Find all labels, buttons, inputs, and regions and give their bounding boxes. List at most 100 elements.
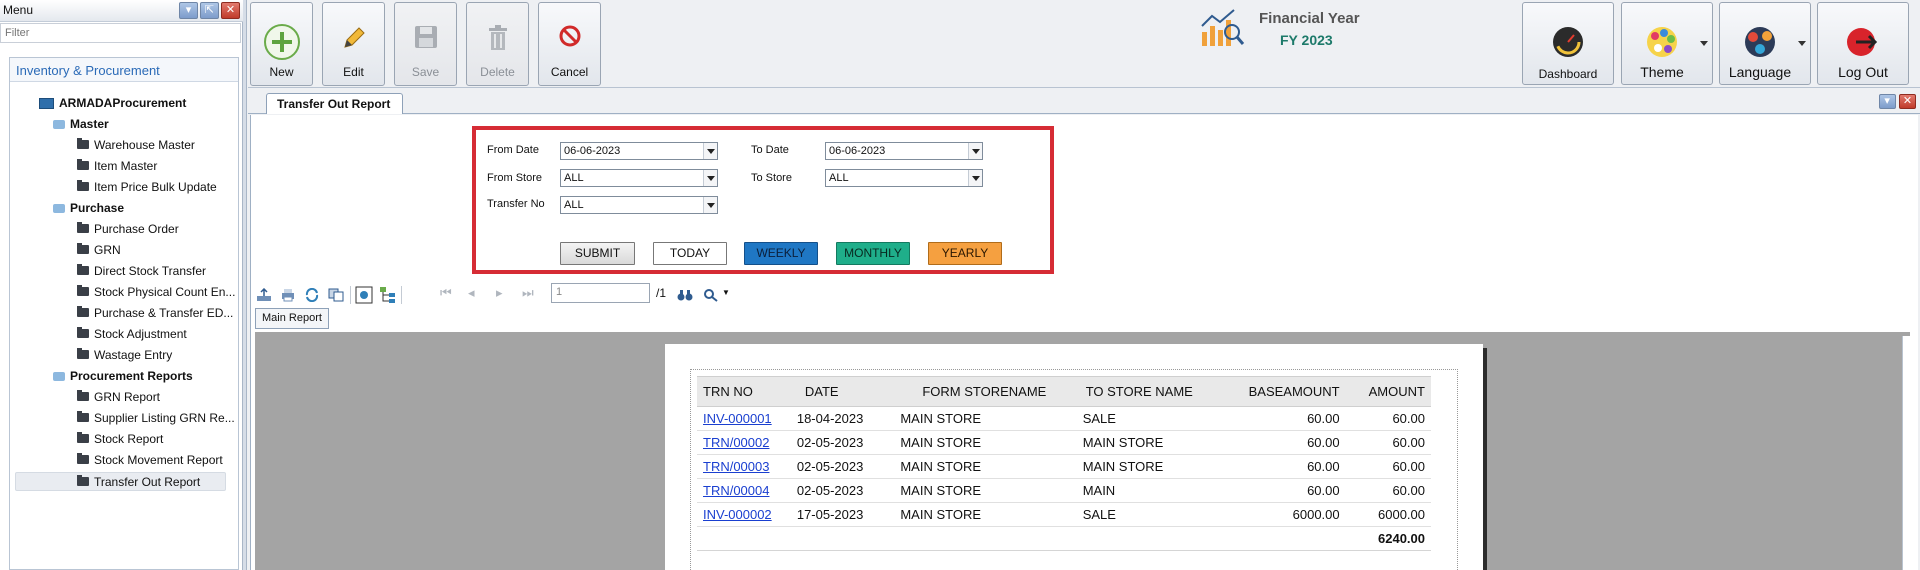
copy-icon[interactable] [328, 288, 344, 302]
vertical-scrollbar[interactable] [1902, 336, 1912, 570]
trn-link[interactable]: TRN/00003 [703, 459, 769, 474]
tree-item-stock-physical-count[interactable]: Stock Physical Count En... [77, 283, 235, 302]
trn-link[interactable]: INV-000001 [703, 411, 772, 426]
tab-main-report[interactable]: Main Report [255, 308, 329, 329]
delete-button[interactable]: Delete [466, 2, 529, 86]
tree-item-supplier-listing-grn[interactable]: Supplier Listing GRN Re... [77, 409, 235, 428]
chevron-down-icon[interactable] [968, 143, 982, 159]
folder-icon [77, 327, 89, 339]
trn-link[interactable]: TRN/00002 [703, 435, 769, 450]
trn-no-cell[interactable]: INV-000002 [697, 502, 791, 527]
splitter[interactable] [243, 0, 247, 570]
folder-icon [77, 264, 89, 276]
date-cell: 18-04-2023 [790, 406, 895, 431]
trn-no-cell[interactable]: TRN/00003 [697, 454, 791, 479]
refresh-icon[interactable] [304, 288, 320, 302]
print-icon[interactable] [280, 288, 296, 302]
tree-toggle-icon[interactable] [379, 286, 397, 304]
new-button[interactable]: New [250, 2, 313, 86]
page-setup-icon[interactable] [355, 286, 373, 304]
tree-item-purchase-transfer-edit[interactable]: Purchase & Transfer ED... [77, 304, 233, 323]
tree-item-wastage-entry[interactable]: Wastage Entry [77, 346, 172, 365]
chevron-down-icon[interactable] [1798, 41, 1806, 46]
menu-filter-input[interactable] [0, 23, 241, 43]
tree-root[interactable]: ARMADAProcurement [39, 94, 186, 113]
monthly-button[interactable]: MONTHLY [836, 242, 910, 265]
report-table: TRN NO DATE FORM STORENAME TO STORE NAME… [697, 376, 1431, 551]
chevron-down-icon[interactable]: ▼ [722, 288, 730, 297]
from-date-picker[interactable]: 06-06-2023 [560, 142, 718, 160]
to-store-cell: SALE [1076, 406, 1226, 431]
edit-button[interactable]: Edit [322, 2, 385, 86]
pin-icon[interactable]: ⇱ [200, 2, 219, 19]
tree-item-grn[interactable]: GRN [77, 241, 121, 260]
language-icon [1745, 27, 1775, 57]
tree-item-direct-stock-transfer[interactable]: Direct Stock Transfer [77, 262, 206, 281]
group-icon [53, 372, 65, 382]
transfer-no-select[interactable]: ALL [560, 196, 718, 214]
binoculars-icon[interactable] [677, 288, 693, 302]
financial-year-value: FY 2023 [1280, 32, 1333, 48]
tree-item-purchase-order[interactable]: Purchase Order [77, 220, 179, 239]
trn-no-cell[interactable]: INV-000001 [697, 406, 791, 431]
tree-item-grn-report[interactable]: GRN Report [77, 388, 160, 407]
table-row: TRN/00003 02-05-2023 MAIN STORE MAIN STO… [697, 454, 1431, 479]
tree-item-stock-adjustment[interactable]: Stock Adjustment [77, 325, 187, 344]
trash-icon [488, 25, 507, 50]
today-button[interactable]: TODAY [653, 242, 727, 265]
tree-item-item-price-bulk-update[interactable]: Item Price Bulk Update [77, 178, 217, 197]
next-page-icon[interactable]: ▸ [496, 285, 503, 301]
prev-page-icon[interactable]: ◂ [468, 285, 475, 301]
tree-item-stock-report[interactable]: Stock Report [77, 430, 163, 449]
chevron-down-icon[interactable] [703, 143, 717, 159]
trn-link[interactable]: INV-000002 [703, 507, 772, 522]
total-amount: 6240.00 [1345, 526, 1431, 551]
dashboard-button[interactable]: Dashboard [1522, 2, 1614, 85]
language-button[interactable]: Language [1719, 2, 1811, 85]
trn-no-cell[interactable]: TRN/00002 [697, 430, 791, 455]
tree-panel: Inventory & Procurement ARMADAProcuremen… [9, 57, 239, 570]
chevron-down-icon[interactable] [703, 170, 717, 186]
cancel-button[interactable]: Cancel [538, 2, 601, 86]
to-date-label: To Date [751, 144, 789, 156]
page-number-input[interactable]: 1 [551, 283, 650, 303]
tree-item-stock-movement-report[interactable]: Stock Movement Report [77, 451, 223, 470]
save-button[interactable]: Save [394, 2, 457, 86]
tree-group-purchase[interactable]: Purchase [53, 199, 124, 218]
trn-link[interactable]: TRN/00004 [703, 483, 769, 498]
yearly-button[interactable]: YEARLY [928, 242, 1002, 265]
submit-button[interactable]: SUBMIT [560, 242, 635, 265]
palette-icon [1647, 27, 1677, 57]
tree-item-item-master[interactable]: Item Master [77, 157, 157, 176]
logout-button[interactable]: Log Out [1817, 2, 1909, 85]
chevron-down-icon[interactable] [968, 170, 982, 186]
from-store-select[interactable]: ALL [560, 169, 718, 187]
tree-item-warehouse-master[interactable]: Warehouse Master [77, 136, 195, 155]
tree-item-transfer-out-report[interactable]: Transfer Out Report [15, 472, 226, 491]
page-total: /1 [656, 286, 667, 300]
to-store-select[interactable]: ALL [825, 169, 983, 187]
theme-button[interactable]: Theme [1621, 2, 1713, 85]
tab-close-icon[interactable]: ✕ [1899, 94, 1916, 109]
dropdown-icon[interactable]: ▾ [179, 2, 198, 19]
tab-dropdown-icon[interactable]: ▾ [1878, 94, 1896, 109]
first-page-icon[interactable]: ⏮ [440, 285, 452, 301]
date-cell: 02-05-2023 [790, 478, 895, 503]
close-icon[interactable]: ✕ [221, 2, 240, 19]
trn-no-cell[interactable]: TRN/00004 [697, 478, 791, 503]
folder-icon [77, 390, 89, 402]
to-date-picker[interactable]: 06-06-2023 [825, 142, 983, 160]
zoom-icon[interactable] [703, 288, 719, 302]
last-page-icon[interactable]: ⏭ [522, 285, 534, 301]
from-date-label: From Date [487, 144, 539, 156]
amount-cell: 60.00 [1345, 478, 1431, 503]
export-icon[interactable] [256, 288, 272, 302]
to-store-cell: MAIN STORE [1076, 454, 1226, 479]
tab-transfer-out-report[interactable]: Transfer Out Report [266, 93, 404, 114]
tree-group-procurement-reports[interactable]: Procurement Reports [53, 367, 193, 386]
chevron-down-icon[interactable] [1700, 41, 1708, 46]
weekly-button[interactable]: WEEKLY [744, 242, 818, 265]
chevron-down-icon[interactable] [703, 197, 717, 213]
table-row: TRN/00002 02-05-2023 MAIN STORE MAIN STO… [697, 430, 1431, 455]
tree-group-master[interactable]: Master [53, 115, 109, 134]
